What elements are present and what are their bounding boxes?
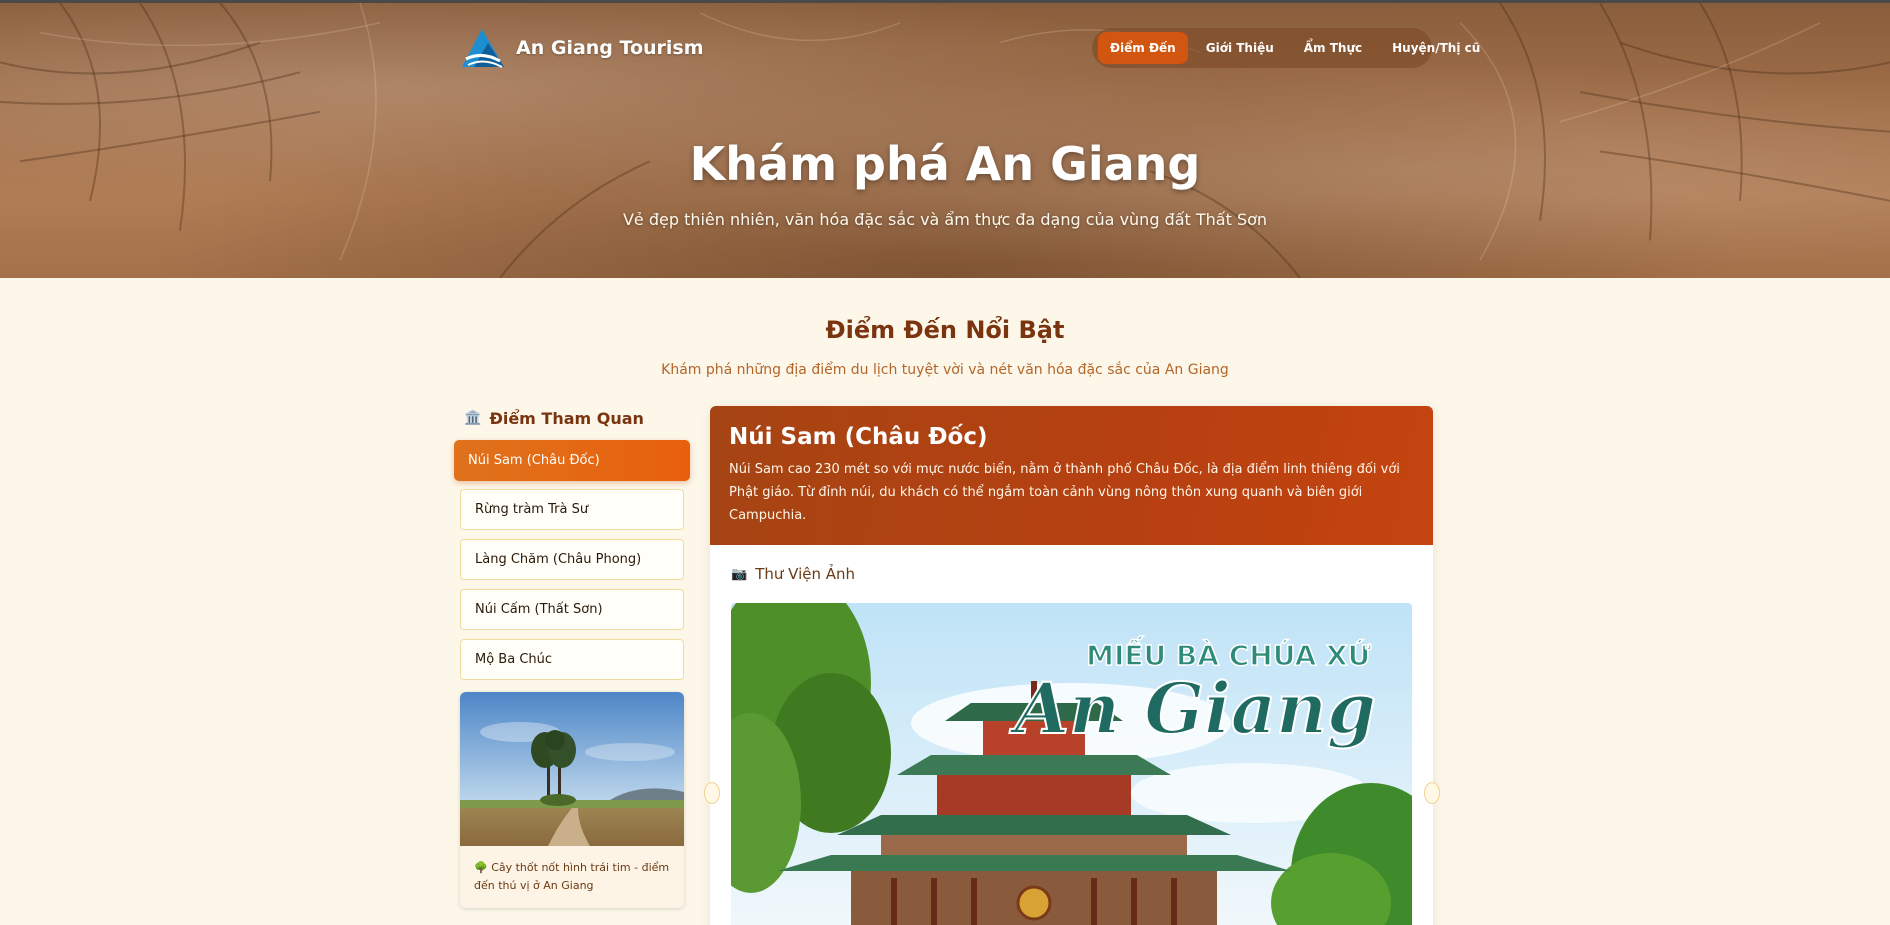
nav-gioi-thieu[interactable]: Giới Thiệu: [1194, 32, 1286, 64]
section-title: Điểm Đến Nổi Bật: [825, 316, 1065, 344]
sidebar-item-nui-cam[interactable]: Núi Cấm (Thất Sơn): [460, 589, 684, 630]
landmark-icon: 🏛️: [464, 410, 482, 426]
main-nav: Điểm Đến Giới Thiệu Ẩm Thực Huyện/Thị cũ: [1092, 28, 1480, 68]
brand-logo[interactable]: An Giang Tourism: [460, 25, 704, 71]
sidebar-item-rung-tram-tra-su[interactable]: Rừng tràm Trà Sư: [460, 489, 684, 530]
nav-huyen-thi[interactable]: Huyện/Thị cũ: [1380, 32, 1492, 64]
gallery-image[interactable]: MIẾU BÀ CHÚA XỨ An Giang: [731, 603, 1412, 925]
hero-subtitle: Vẻ đẹp thiên nhiên, văn hóa đặc sắc và ẩ…: [622, 210, 1268, 229]
gallery-heading-label: Thư Viện Ảnh: [755, 565, 856, 583]
attractions-sidebar: 🏛️ Điểm Tham Quan Núi Sam (Châu Đốc) Rừn…: [454, 405, 690, 908]
section-subtitle: Khám phá những địa điểm du lịch tuyệt vờ…: [661, 362, 1229, 378]
hero-title: Khám phá An Giang: [689, 137, 1201, 191]
detail-description: Núi Sam cao 230 mét so với mực nước biển…: [729, 462, 1400, 523]
palm-tree-card[interactable]: 🌳 Cây thốt nốt hình trái tim - điểm đến …: [460, 692, 684, 908]
gallery-next-arrow[interactable]: [1424, 782, 1440, 804]
detail-title: Núi Sam (Châu Đốc): [729, 424, 988, 450]
nav-am-thuc[interactable]: Ẩm Thực: [1292, 32, 1374, 64]
gallery-heading: 📷 Thư Viện Ảnh: [731, 565, 855, 583]
sidebar-item-nui-sam[interactable]: Núi Sam (Châu Đốc): [454, 440, 690, 481]
sidebar-item-lang-cham[interactable]: Làng Chăm (Châu Phong): [460, 539, 684, 580]
nav-diem-den[interactable]: Điểm Đến: [1098, 32, 1188, 64]
brand-name: An Giang Tourism: [516, 37, 704, 59]
sidebar-heading-label: Điểm Tham Quan: [489, 408, 644, 428]
heart-palm-photo: [460, 692, 684, 846]
gallery-prev-arrow[interactable]: [704, 782, 720, 804]
hero-banner: An Giang Tourism Điểm Đến Giới Thiệu Ẩm …: [0, 0, 1890, 278]
card-caption: 🌳 Cây thốt nốt hình trái tim - điểm đến …: [474, 861, 670, 892]
detail-header: Núi Sam (Châu Đốc) Núi Sam cao 230 mét s…: [710, 406, 1433, 545]
camera-icon: 📷: [731, 566, 748, 582]
logo-mountain-icon: [462, 29, 504, 68]
sidebar-heading: 🏛️ Điểm Tham Quan: [454, 405, 690, 431]
destination-detail-panel: Núi Sam (Châu Đốc) Núi Sam cao 230 mét s…: [710, 406, 1433, 925]
temple-photo: MIẾU BÀ CHÚA XỨ An Giang: [731, 603, 1412, 925]
image-title-line2: An Giang: [1009, 667, 1376, 750]
sidebar-item-mo-ba-chuc[interactable]: Mộ Ba Chúc: [460, 639, 684, 680]
